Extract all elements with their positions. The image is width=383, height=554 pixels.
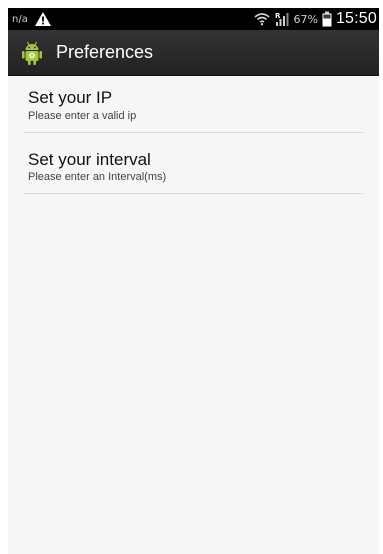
- divider: [24, 193, 363, 194]
- battery-percent: 67%: [293, 12, 318, 26]
- status-right: R 67% 15:50: [253, 8, 378, 30]
- wifi-icon: [253, 12, 270, 26]
- pref-item-interval[interactable]: Set your interval Please enter an Interv…: [8, 133, 379, 193]
- phone-screen: n/a R 67% 15:50 Preferences Set your IP …: [8, 8, 379, 554]
- status-left: n/a: [12, 8, 52, 30]
- pref-summary: Please enter a valid ip: [28, 110, 137, 122]
- pref-title: Set your IP: [28, 88, 113, 107]
- action-bar: Preferences: [8, 30, 379, 76]
- warning-icon: [34, 11, 52, 27]
- android-app-icon[interactable]: [18, 39, 46, 67]
- pref-item-ip[interactable]: Set your IP Please enter a valid ip: [8, 76, 379, 132]
- carrier-label: n/a: [12, 13, 28, 25]
- pref-title: Set your interval: [28, 150, 151, 169]
- status-bar: n/a R 67% 15:50: [8, 8, 379, 30]
- clock: 15:50: [335, 10, 377, 27]
- preferences-list: Set your IP Please enter a valid ip Set …: [8, 76, 379, 194]
- battery-icon: [322, 11, 332, 27]
- pref-summary: Please enter an Interval(ms): [28, 171, 167, 183]
- svg-text:R: R: [275, 12, 281, 20]
- signal-icon: R: [274, 11, 290, 27]
- action-bar-title: Preferences: [56, 42, 154, 62]
